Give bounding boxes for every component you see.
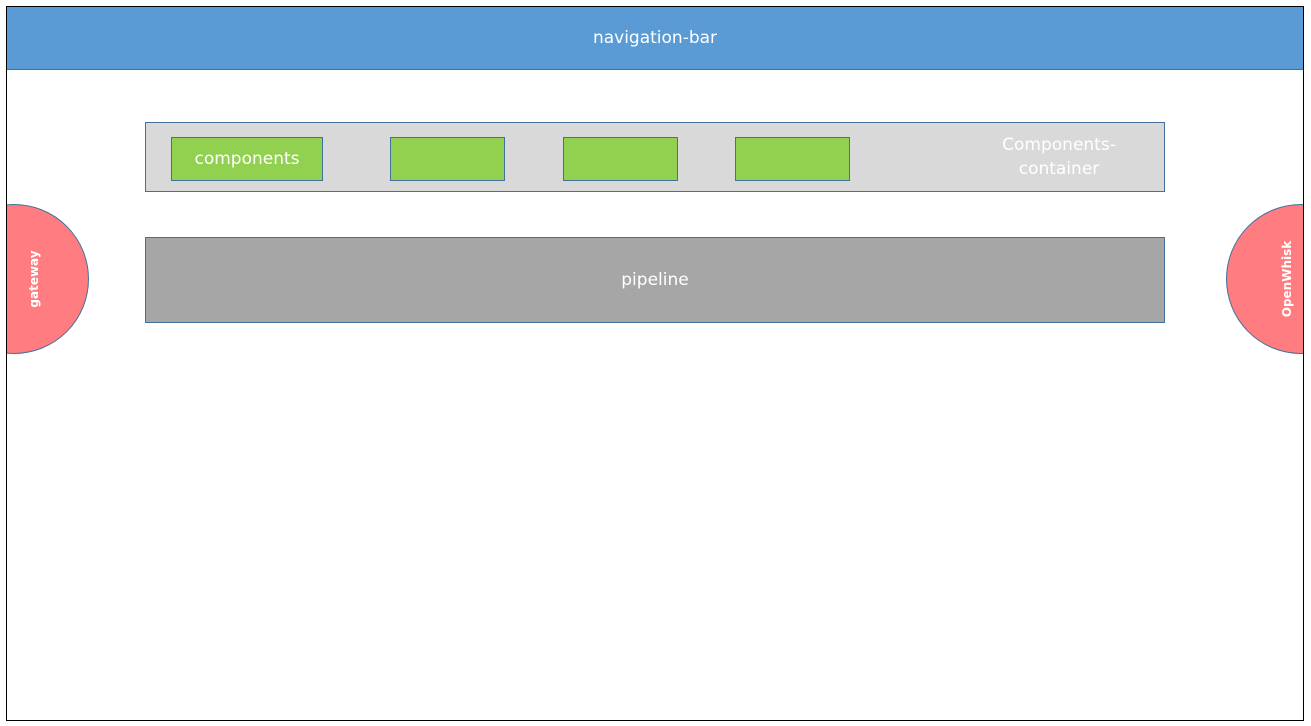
pipeline-label: pipeline [621,270,689,290]
navigation-bar: navigation-bar [7,7,1303,70]
components-container-label-text: Components- container [1002,135,1116,179]
diagram-frame: navigation-bar components Components- co… [6,6,1304,721]
openwhisk-label: OpenWhisk [1280,240,1294,318]
gateway-node [7,204,89,354]
component-box: components [171,137,323,181]
component-box [735,137,850,181]
pipeline: pipeline [145,237,1165,323]
component-box [390,137,505,181]
components-container-label: Components- container [984,133,1134,181]
components-container: components Components- container [145,122,1165,192]
component-label: components [194,149,300,169]
gateway-label: gateway [27,250,41,308]
component-box [563,137,678,181]
navigation-bar-label: navigation-bar [592,28,718,48]
